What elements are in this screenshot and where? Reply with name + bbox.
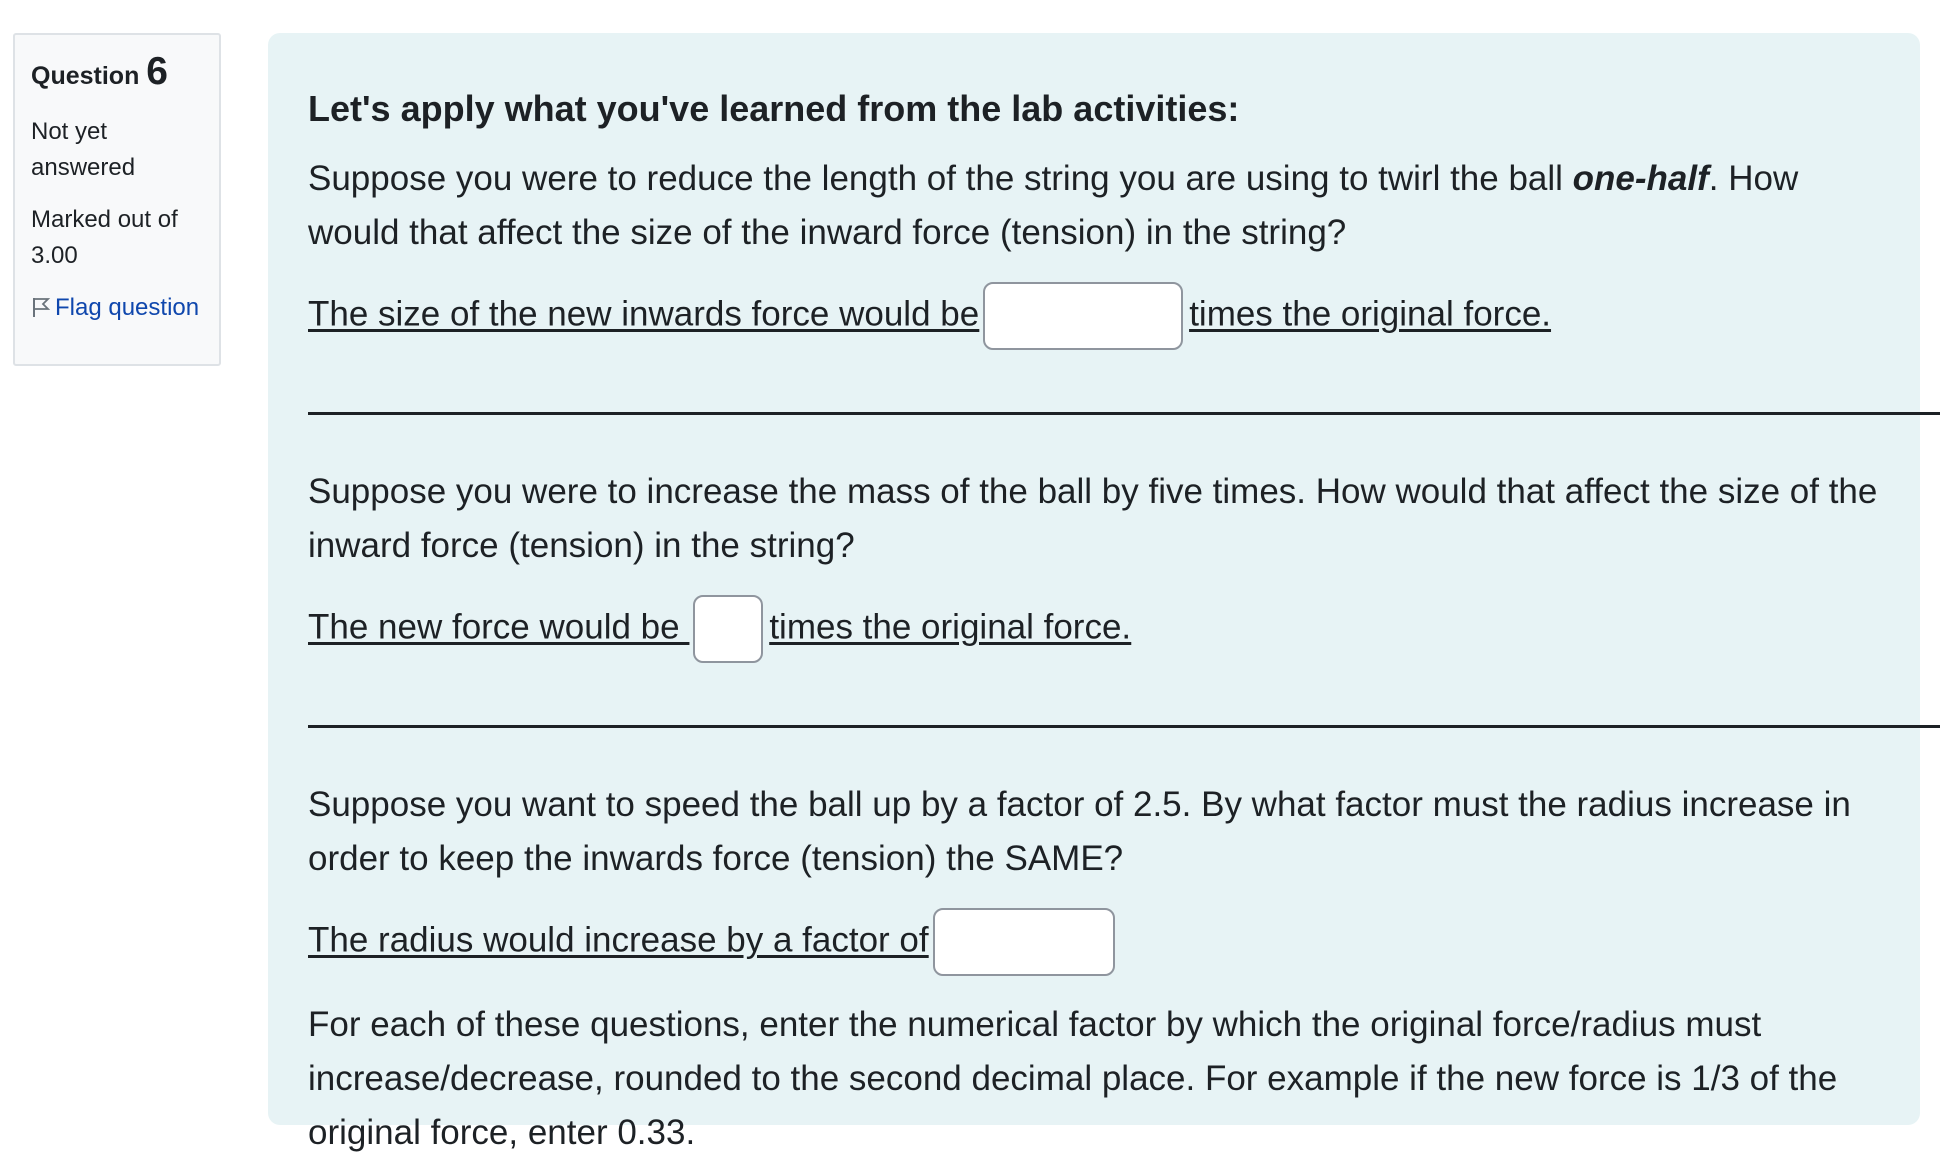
section-divider-2: [308, 725, 1940, 729]
question-number-value: 6: [146, 50, 168, 93]
question-2-answer-prefix: The new force would be: [308, 607, 690, 647]
question-1-answer-suffix: times the original force.: [1189, 294, 1552, 334]
question-heading: Let's apply what you've learned from the…: [308, 88, 1240, 129]
flag-question-link[interactable]: Flag question: [31, 290, 203, 326]
section-divider-1: [308, 412, 1940, 416]
question-content: Let's apply what you've learned from the…: [268, 33, 1940, 1152]
question-number: Question 6: [31, 49, 203, 96]
instructions-text: For each of these questions, enter the n…: [308, 1005, 1838, 1153]
question-1-answer-prefix: The size of the new inwards force would …: [308, 294, 980, 334]
question-1-prompt-emphasis: one-half: [1572, 159, 1709, 199]
question-3-prompt: Suppose you want to speed the ball up by…: [308, 785, 1851, 879]
question-3-answer-prefix: The radius would increase by a factor of: [308, 920, 929, 960]
flag-question-label: Flag question: [55, 293, 200, 321]
question-1-prompt: Suppose you were to reduce the length of…: [308, 152, 1880, 260]
question-2-prompt: Suppose you were to increase the mass of…: [308, 472, 1878, 566]
question-state: Not yet answered: [31, 117, 136, 181]
answer-2-input[interactable]: [693, 595, 764, 664]
question-grade: Marked out of 3.00: [31, 205, 178, 269]
question-2-answer-suffix: times the original force.: [769, 607, 1132, 647]
question-3-answer-line: The radius would increase by a factor of: [308, 908, 1880, 977]
question-1-prompt-before: Suppose you were to reduce the length of…: [308, 159, 1573, 199]
question-info-panel: Question 6 Not yet answered Marked out o…: [13, 33, 221, 366]
answer-3-input[interactable]: [932, 908, 1115, 977]
flag-icon: [33, 297, 51, 317]
question-2-answer-line: The new force would be times the origina…: [308, 595, 1880, 664]
question-1-answer-line: The size of the new inwards force would …: [308, 282, 1880, 351]
question-label: Question: [31, 62, 140, 90]
answer-1-input[interactable]: [983, 282, 1184, 351]
